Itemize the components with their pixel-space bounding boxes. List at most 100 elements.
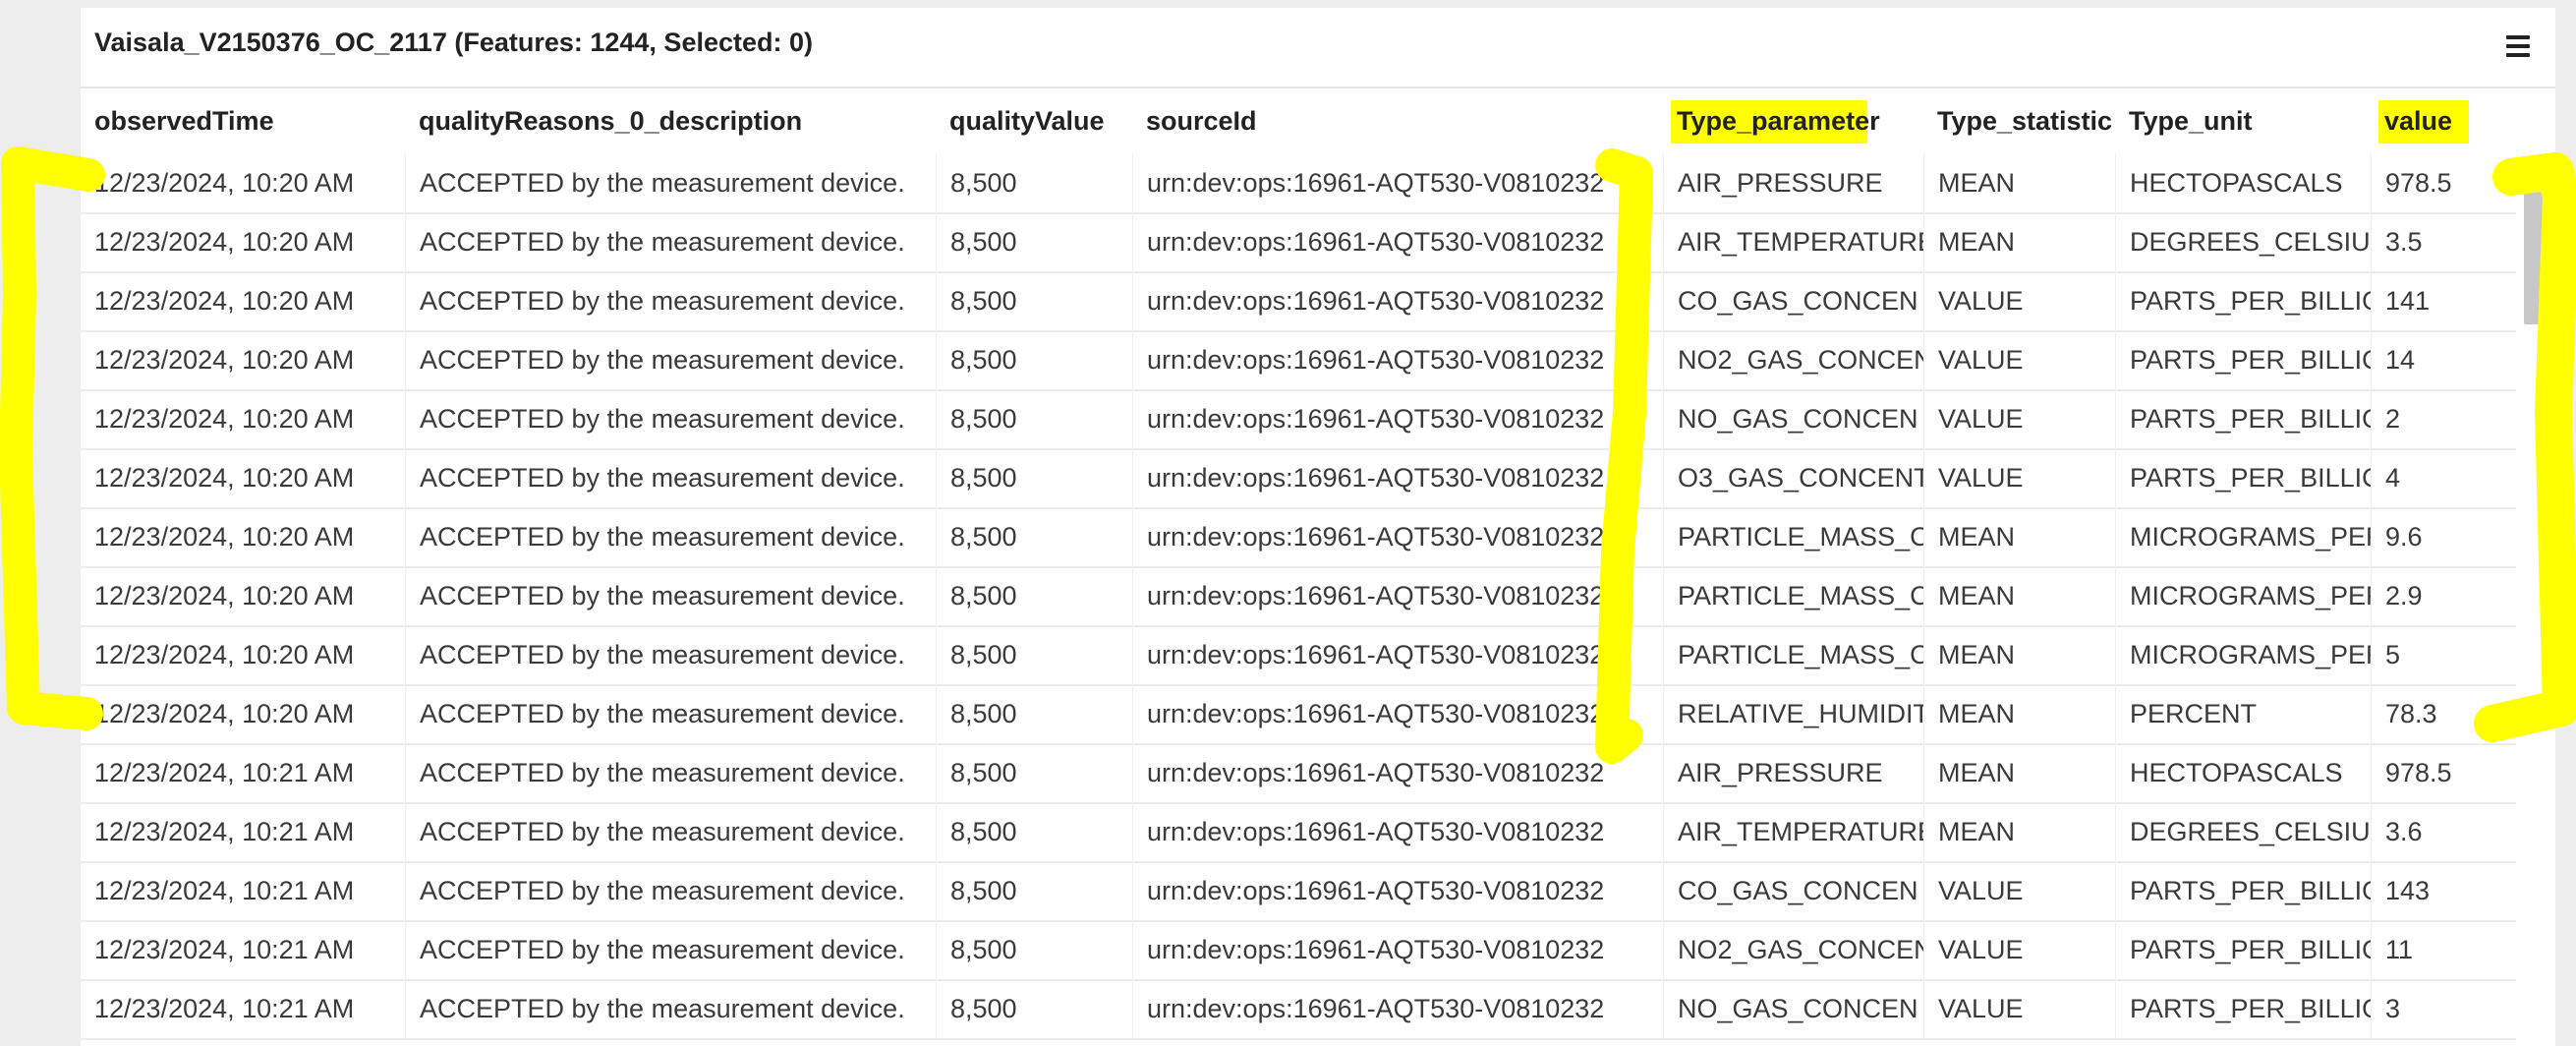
type-unit-cell: HECTOPASCALS [2115,743,2371,802]
type-parameter-cell: CO_GAS_CONCEN [1663,861,1923,920]
observed-time-cell: 12/23/2024, 10:20 AM [94,699,355,728]
observed-time-cell: 12/23/2024, 10:20 AM [94,345,355,375]
table-row[interactable]: 12/23/2024, 10:20 AM ACCEPTED by the meas… [81,330,2516,391]
quality-value-cell: 8,500 [936,448,1132,507]
type-parameter-cell: AIR_PRESSURE [1663,153,1923,212]
table-row[interactable]: 12/23/2024, 10:21 AM ACCEPTED by the meas… [81,979,2516,1040]
table-row[interactable]: 12/23/2024, 10:20 AM ACCEPTED by the meas… [81,684,2516,745]
type-statistic-cell: VALUE [1923,389,2115,448]
source-id-cell: urn:dev:ops:16961-AQT530-V0810232 [1132,507,1663,566]
type-parameter-cell: NO2_GAS_CONCEN [1663,330,1923,389]
type-statistic-cell: MEAN [1923,212,2115,271]
table-row[interactable]: 12/23/2024, 10:20 AM ACCEPTED by the meas… [81,212,2516,273]
observed-time-cell: 12/23/2024, 10:21 AM [94,817,355,846]
type-statistic-cell: VALUE [1923,920,2115,979]
type-unit-cell: MICROGRAMS_PER [2115,566,2371,625]
quality-value-cell: 8,500 [936,566,1132,625]
type-unit-cell: PARTS_PER_BILLION [2115,448,2371,507]
table-row[interactable]: 12/23/2024, 10:21 AM ACCEPTED by the meas… [81,802,2516,863]
layer-title: Vaisala_V2150376_OC_2117 (Features: 1244… [94,28,813,57]
type-unit-cell: PERCENT [2115,684,2371,743]
quality-value-cell: 8,500 [936,979,1132,1038]
quality-description-cell: ACCEPTED by the measurement device. [405,330,936,389]
source-id-cell: urn:dev:ops:16961-AQT530-V0810232 [1132,743,1663,802]
table-row[interactable]: 12/23/2024, 10:20 AM ACCEPTED by the meas… [81,389,2516,450]
vertical-scrollbar[interactable] [2516,155,2555,1046]
quality-value-cell: 8,500 [936,743,1132,802]
quality-description-cell: ACCEPTED by the measurement device. [405,566,936,625]
value-cell: 2 [2371,389,2516,448]
source-id-cell: urn:dev:ops:16961-AQT530-V0810232 [1132,684,1663,743]
left-bracket-mark [0,146,105,730]
table-row[interactable]: 12/23/2024, 10:20 AM ACCEPTED by the meas… [81,507,2516,568]
type-unit-cell: PARTS_PER_BILLION [2115,861,2371,920]
table-row[interactable]: 12/23/2024, 10:21 AM ACCEPTED by the meas… [81,861,2516,922]
source-id-cell: urn:dev:ops:16961-AQT530-V0810232 [1132,566,1663,625]
table-row[interactable]: 12/23/2024, 10:20 AM ACCEPTED by the meas… [81,448,2516,509]
quality-description-cell: ACCEPTED by the measurement device. [405,743,936,802]
quality-description-cell: ACCEPTED by the measurement device. [405,920,936,979]
source-id-cell: urn:dev:ops:16961-AQT530-V0810232 [1132,271,1663,330]
type-parameter-cell: AIR_TEMPERATURE [1663,802,1923,861]
type-unit-cell: HECTOPASCALS [2115,153,2371,212]
quality-value-cell: 8,500 [936,271,1132,330]
type-unit-cell: PARTS_PER_BILLION [2115,920,2371,979]
observed-time-cell: 12/23/2024, 10:20 AM [94,522,355,552]
value-cell: 5 [2371,625,2516,684]
type-statistic-cell: VALUE [1923,861,2115,920]
type-statistic-cell: MEAN [1923,153,2115,212]
type-parameter-cell: RELATIVE_HUMIDITY [1663,684,1923,743]
table-row[interactable]: 12/23/2024, 10:20 AM ACCEPTED by the meas… [81,153,2516,214]
value-cell: 2.9 [2371,566,2516,625]
quality-description-cell: ACCEPTED by the measurement device. [405,625,936,684]
scrollbar-thumb[interactable] [2524,187,2546,324]
quality-value-cell: 8,500 [936,802,1132,861]
attribute-table: observedTime qualityReasons_0_descriptio… [81,88,2516,1046]
table-row[interactable]: 12/23/2024, 10:21 AM ACCEPTED by the meas… [81,743,2516,804]
hamburger-menu-icon[interactable] [2506,34,2534,58]
column-header-source-id[interactable]: sourceId [1132,88,1663,153]
quality-value-cell: 8,500 [936,684,1132,743]
quality-description-cell: ACCEPTED by the measurement device. [405,979,936,1038]
source-id-cell: urn:dev:ops:16961-AQT530-V0810232 [1132,920,1663,979]
value-cell: 14 [2371,330,2516,389]
type-unit-cell: PARTS_PER_BILLION [2115,979,2371,1038]
column-header-value[interactable]: value [2371,88,2516,153]
quality-value-cell: 8,500 [936,625,1132,684]
quality-description-cell: ACCEPTED by the measurement device. [405,212,936,271]
column-header-type-unit[interactable]: Type_unit [2115,88,2371,153]
type-parameter-cell: NO_GAS_CONCEN [1663,979,1923,1038]
scroll-up-arrow-icon[interactable] [2526,167,2540,176]
table-row[interactable]: 12/23/2024, 10:21 AM ACCEPTED by the meas… [81,920,2516,981]
source-id-cell: urn:dev:ops:16961-AQT530-V0810232 [1132,625,1663,684]
source-id-cell: urn:dev:ops:16961-AQT530-V0810232 [1132,330,1663,389]
table-row[interactable]: 12/23/2024, 10:20 AM ACCEPTED by the meas… [81,271,2516,332]
type-statistic-cell: MEAN [1923,625,2115,684]
table-row[interactable]: 12/23/2024, 10:20 AM ACCEPTED by the meas… [81,566,2516,627]
quality-description-cell: ACCEPTED by the measurement device. [405,448,936,507]
column-header-quality-value[interactable]: qualityValue [936,88,1132,153]
source-id-cell: urn:dev:ops:16961-AQT530-V0810232 [1132,212,1663,271]
column-header-quality-reasons[interactable]: qualityReasons_0_description [405,88,936,153]
column-header-observedtime[interactable]: observedTime [81,88,405,153]
table-row[interactable]: 12/23/2024, 10:20 AM ACCEPTED by the meas… [81,625,2516,686]
quality-value-cell: 8,500 [936,920,1132,979]
column-header-type-parameter[interactable]: Type_parameter [1663,88,1923,153]
observed-time-cell: 12/23/2024, 10:20 AM [94,640,355,669]
observed-time-cell: 12/23/2024, 10:20 AM [94,227,355,257]
source-id-cell: urn:dev:ops:16961-AQT530-V0810232 [1132,979,1663,1038]
value-cell: 141 [2371,271,2516,330]
value-cell: 143 [2371,861,2516,920]
observed-time-cell: 12/23/2024, 10:21 AM [94,758,355,787]
observed-time-cell: 12/23/2024, 10:21 AM [94,935,355,964]
value-cell: 3 [2371,979,2516,1038]
type-parameter-cell: NO2_GAS_CONCEN [1663,920,1923,979]
column-header-type-statistic[interactable]: Type_statistic [1923,88,2115,153]
type-parameter-cell: PARTICLE_MASS_CO [1663,566,1923,625]
type-statistic-cell: VALUE [1923,271,2115,330]
observed-time-cell: 12/23/2024, 10:20 AM [94,168,355,198]
observed-time-cell: 12/23/2024, 10:20 AM [94,581,355,610]
quality-value-cell: 8,500 [936,389,1132,448]
type-parameter-cell: PARTICLE_MASS_CO [1663,625,1923,684]
source-id-cell: urn:dev:ops:16961-AQT530-V0810232 [1132,861,1663,920]
